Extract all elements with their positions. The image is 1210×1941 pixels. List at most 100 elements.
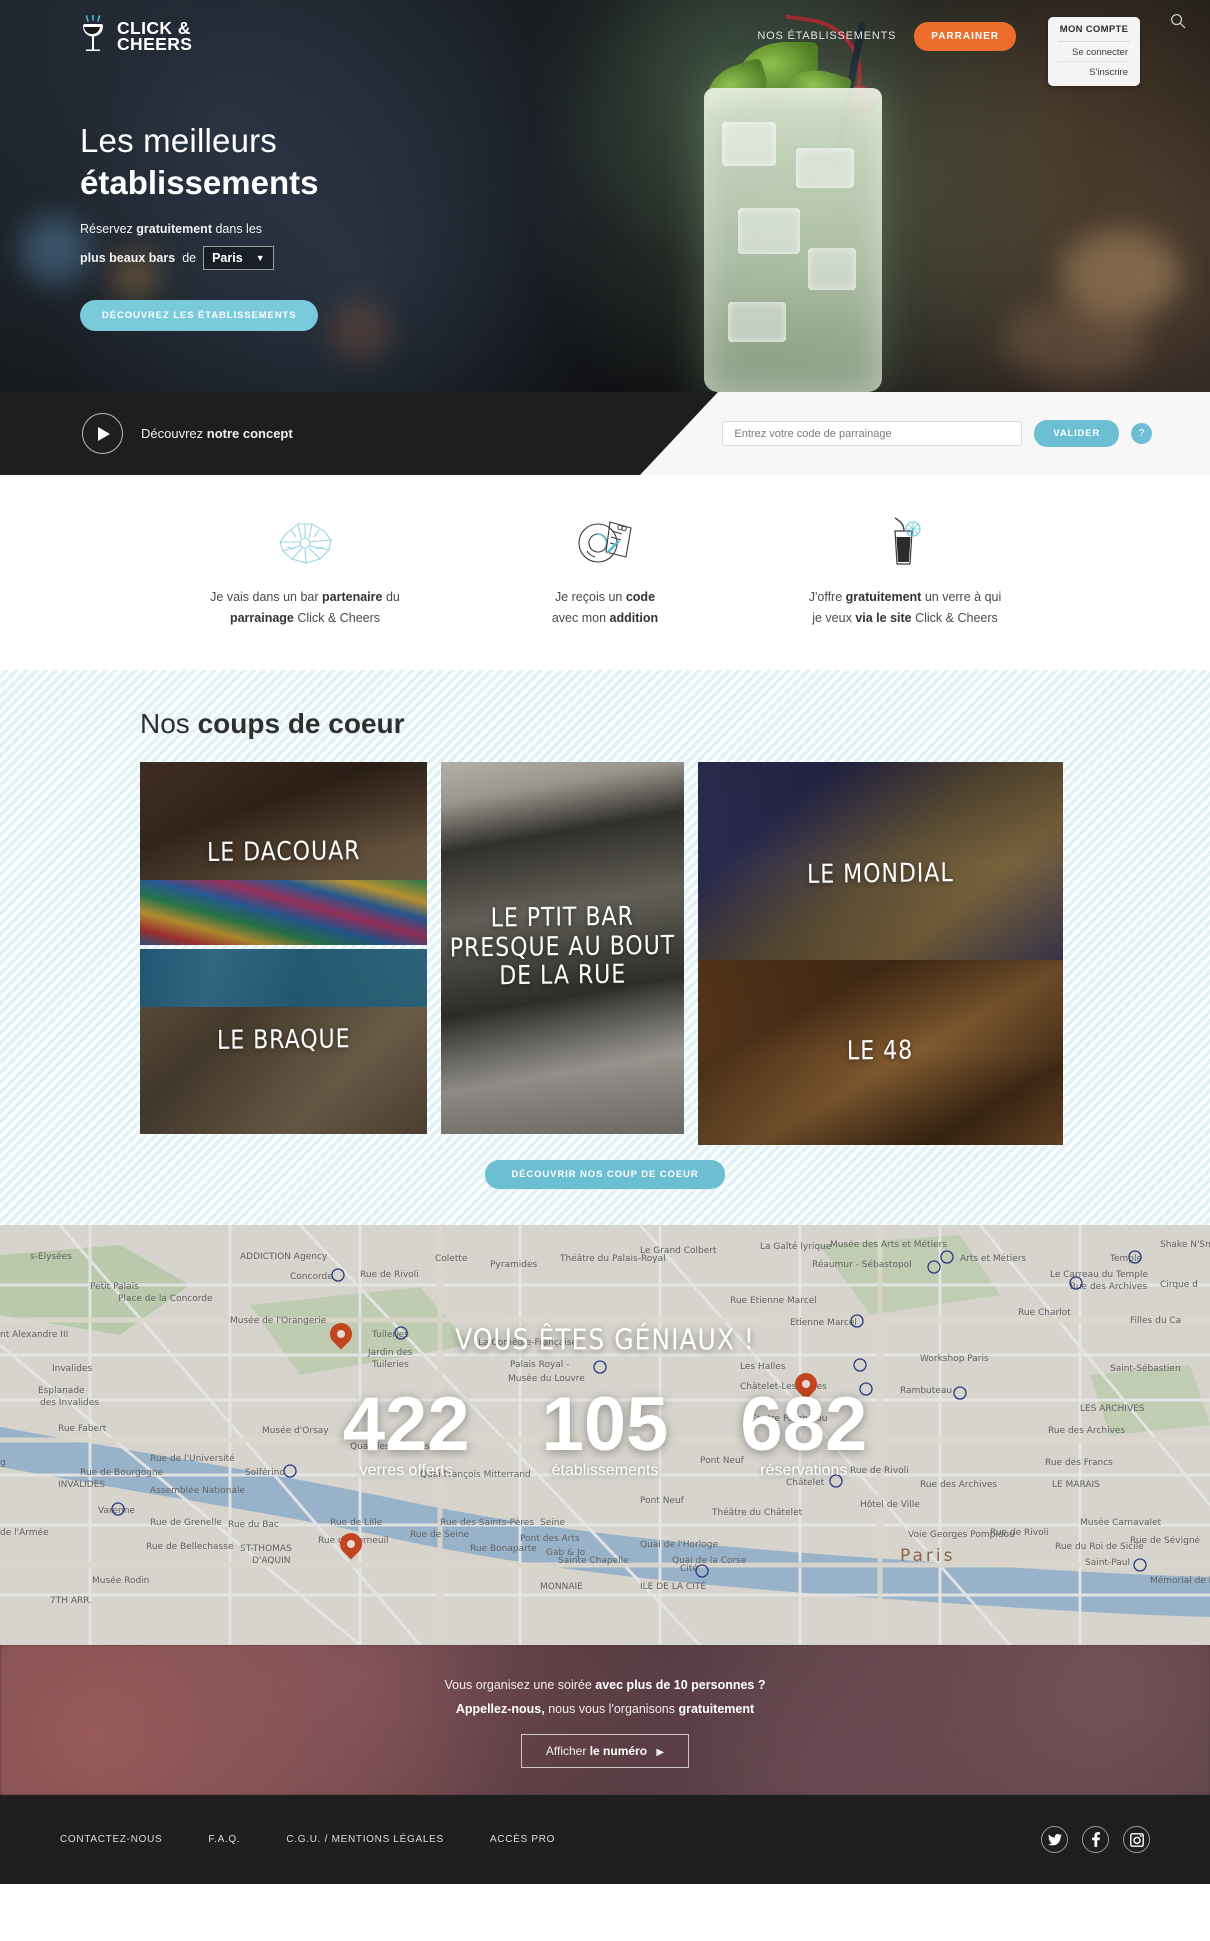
favorites-section: Nos coups de coeur LE DACOUAR LE BRAQUE … <box>0 670 1210 1226</box>
sponsor-code-form: VALIDER ? <box>722 392 1152 475</box>
stats-content: VOUS ÊTES GÉNIAUX ! 422 verres offerts 1… <box>0 1323 1210 1480</box>
cta-l2-c: gratuitement <box>678 1702 755 1717</box>
cocktail-drink-icon <box>755 513 1055 567</box>
stat-label: établissements <box>551 1462 659 1480</box>
help-icon[interactable]: ? <box>1131 423 1152 444</box>
city-select[interactable]: Paris ▼ <box>203 246 274 270</box>
footer-link-contact[interactable]: CONTACTEZ-NOUS <box>60 1834 162 1845</box>
stats-row: 422 verres offerts 105 établissements 68… <box>0 1382 1210 1480</box>
favorites-title-bold: coups de coeur <box>197 708 405 740</box>
search-icon[interactable] <box>1170 13 1188 31</box>
stat-item: 682 réservations <box>740 1382 868 1480</box>
step-line1-a: Je reçois un <box>554 590 626 604</box>
hero-sub-b: gratuitement <box>136 222 212 236</box>
nav-establishments-link[interactable]: NOS ÉTABLISSEMENTS <box>757 30 896 42</box>
glass-body <box>704 88 882 392</box>
account-menu[interactable]: MON COMPTE Se connecter S'inscrire <box>1048 16 1140 86</box>
step-line2-b: addition <box>609 610 659 625</box>
favorite-card[interactable]: LE MONDIAL <box>698 762 1063 989</box>
step-item: J'offre gratuitement un verre à qui je v… <box>755 513 1055 628</box>
step-item: Je reçois un code avec mon addition <box>455 513 755 628</box>
step-line1-b: gratuitement <box>845 590 922 604</box>
stat-item: 105 établissements <box>542 1387 669 1480</box>
chevron-down-icon: ▼ <box>255 253 265 263</box>
cta-line2: Appellez-nous, nous vous l'organisons gr… <box>0 1702 1210 1716</box>
card-title: LE BRAQUE <box>216 1025 351 1057</box>
hero-subtitle-line1: Réservez gratuitement dans les <box>80 222 318 236</box>
receipt-bill-icon <box>455 513 755 567</box>
cta-l1-a: Vous organisez une soirée <box>444 1678 596 1693</box>
favorites-title-light: Nos <box>140 708 198 740</box>
logo[interactable]: CLICK & CHEERS <box>78 14 192 57</box>
step-line1-b: partenaire <box>322 590 383 604</box>
party-cta-section: Vous organisez une soirée avec plus de 1… <box>0 1645 1210 1796</box>
concept-label: Découvrez notre concept <box>141 426 293 441</box>
hero-copy: Les meilleurs établissements Réservez gr… <box>80 122 319 331</box>
twitter-icon[interactable] <box>1041 1826 1068 1854</box>
stat-value: 682 <box>740 1382 868 1468</box>
cta-l1-b: avec plus de 10 personnes ? <box>595 1678 766 1693</box>
hero-sub2-bold: plus beaux bars <box>80 251 176 265</box>
sponsor-button[interactable]: PARRAINER <box>914 21 1016 51</box>
show-number-a: Afficher <box>545 1744 590 1759</box>
step-line2-b: parrainage <box>229 610 294 625</box>
discover-favorites-button[interactable]: DÉCOUVRIR NOS COUP DE COEUR <box>485 1160 725 1190</box>
cta-l2-a: Appellez-nous, <box>455 1702 545 1717</box>
account-login-item[interactable]: Se connecter <box>1058 42 1130 58</box>
step-item: Je vais dans un bar partenaire du parrai… <box>155 513 455 628</box>
show-number-b: le numéro <box>589 1744 648 1759</box>
footer-link-faq[interactable]: F.A.Q. <box>208 1834 240 1845</box>
step-line1-b: code <box>625 590 656 604</box>
facebook-icon[interactable] <box>1082 1826 1109 1854</box>
favorite-card[interactable]: LE DACOUAR <box>140 762 427 946</box>
city-select-value: Paris <box>212 251 243 265</box>
step-line1-a: Je vais dans un bar <box>210 590 323 604</box>
cta-content: Vous organisez une soirée avec plus de 1… <box>0 1645 1210 1769</box>
stats-heading: VOUS ÊTES GÉNIAUX ! <box>455 1323 755 1357</box>
favorite-card[interactable]: LE 48 <box>698 960 1063 1146</box>
header-bar: CLICK & CHEERS NOS ÉTABLISSEMENTS PARRAI… <box>0 0 1210 86</box>
stat-label: verres offerts <box>359 1462 453 1480</box>
favorite-card[interactable]: LE PTIT BAR PRESQUE AU BOUT DE LA RUE <box>441 762 684 1135</box>
favorites-title: Nos coups de coeur <box>140 708 1070 740</box>
show-number-button[interactable]: Afficher le numéro ▶ <box>520 1734 690 1769</box>
stat-value: 422 <box>342 1382 470 1468</box>
how-it-works-section: Je vais dans un bar partenaire du parrai… <box>0 475 1210 671</box>
favorites-cta-wrap: DÉCOUVRIR NOS COUP DE COEUR <box>140 1160 1070 1190</box>
bokeh-light <box>330 300 390 360</box>
stat-item: 422 verres offerts <box>342 1382 470 1480</box>
bokeh-light <box>1000 300 1150 380</box>
cta-l2-b: nous vous l'organisons <box>544 1702 679 1717</box>
validate-button[interactable]: VALIDER <box>1034 420 1119 447</box>
step-line2-c: Click & Cheers <box>293 610 381 625</box>
account-menu-title: MON COMPTE <box>1058 24 1130 42</box>
instagram-icon[interactable] <box>1123 1826 1150 1854</box>
discover-establishments-button[interactable]: DÉCOUVREZ LES ÉTABLISSEMENTS <box>80 300 319 331</box>
favorite-card[interactable]: LE BRAQUE <box>140 949 427 1135</box>
footer-link-pro[interactable]: ACCÈS PRO <box>490 1834 555 1845</box>
footer-link-legal[interactable]: C.G.U. / MENTIONS LÉGALES <box>286 1834 444 1845</box>
step-line1-c: un verre à qui <box>921 590 1002 604</box>
map-pin[interactable] <box>340 1533 362 1563</box>
concept-video-block[interactable]: Découvrez notre concept <box>82 392 293 475</box>
step-line2-a: avec mon <box>551 610 610 625</box>
step-line1-c: du <box>382 590 400 604</box>
stats-map-section: s-Elysées Petit Palais Place de la Conco… <box>0 1225 1210 1646</box>
cta-line1: Vous organisez une soirée avec plus de 1… <box>0 1678 1210 1692</box>
sponsor-code-input[interactable] <box>722 421 1023 446</box>
concept-bar: Découvrez notre concept VALIDER ? <box>0 392 1210 475</box>
play-icon[interactable] <box>82 413 123 454</box>
step-line2-c: Click & Cheers <box>911 610 998 625</box>
hero-sub-a: Réservez <box>80 222 137 236</box>
concept-text-b: notre concept <box>206 426 293 441</box>
footer: CONTACTEZ-NOUS F.A.Q. C.G.U. / MENTIONS … <box>0 1795 1210 1885</box>
footer-links: CONTACTEZ-NOUS F.A.Q. C.G.U. / MENTIONS … <box>60 1834 555 1845</box>
paris-map-icon <box>155 513 455 567</box>
hero-title-line2: établissements <box>80 164 319 201</box>
hero-sub2-rest: de <box>182 251 197 265</box>
card-title: LE 48 <box>847 1036 914 1067</box>
hero-title-line1: Les meilleurs <box>80 122 278 159</box>
hero-sub-c: dans les <box>211 222 263 236</box>
account-register-item[interactable]: S'inscrire <box>1058 60 1130 78</box>
card-title: LE PTIT BAR PRESQUE AU BOUT DE LA RUE <box>449 902 676 992</box>
